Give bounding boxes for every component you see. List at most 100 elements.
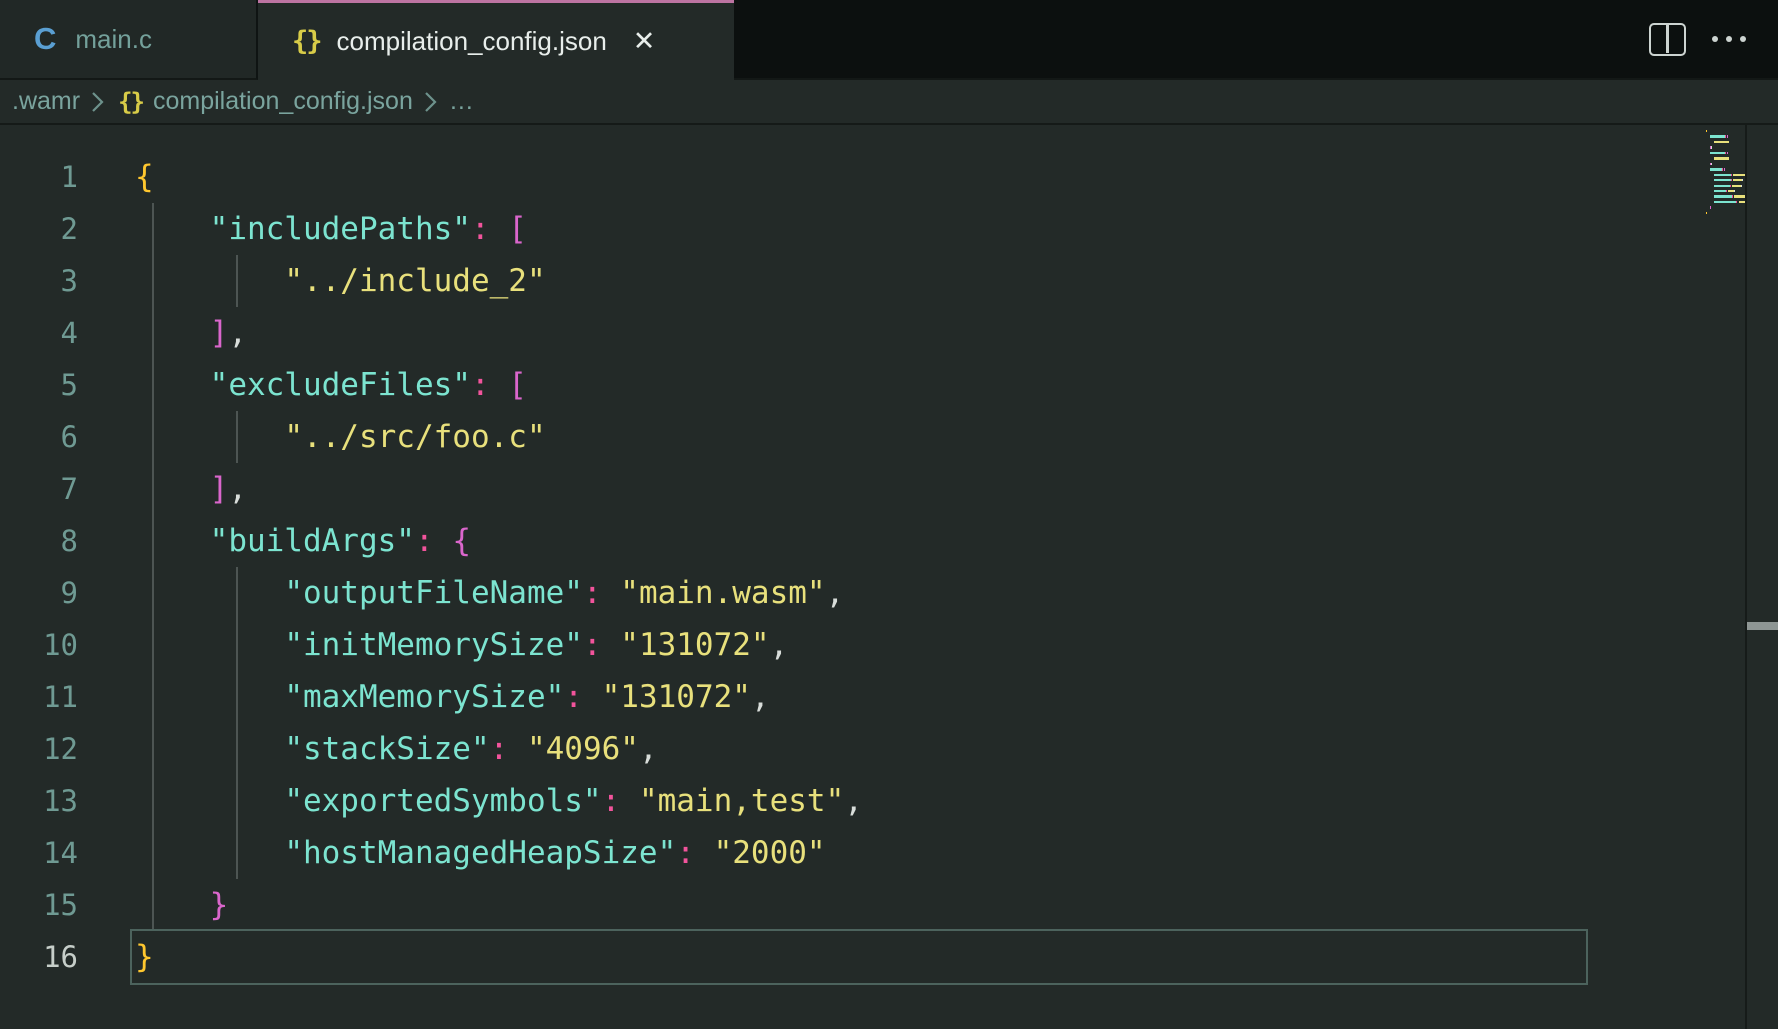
tab-main-c[interactable]: C main.c xyxy=(0,0,258,80)
code-line[interactable]: 15 } xyxy=(0,879,1778,931)
code-line[interactable]: 4 ], xyxy=(0,307,1778,359)
chevron-right-icon xyxy=(90,89,106,115)
breadcrumb-item-wamr[interactable]: .wamr xyxy=(12,87,80,116)
more-actions-icon[interactable] xyxy=(1710,30,1748,48)
minimap[interactable] xyxy=(1700,125,1745,1029)
code-token xyxy=(135,263,284,299)
minimap-token xyxy=(1714,179,1731,181)
line-number: 8 xyxy=(0,515,78,567)
chevron-right-icon xyxy=(423,89,439,115)
code-token: "hostManagedHeapSize" xyxy=(284,835,676,871)
code-token xyxy=(620,783,639,819)
code-token: : xyxy=(564,679,583,715)
code-line[interactable]: 8 "buildArgs": { xyxy=(0,515,1778,567)
code-token: : xyxy=(676,835,695,871)
code-line[interactable]: 5 "excludeFiles": [ xyxy=(0,359,1778,411)
code-token: , xyxy=(639,731,658,767)
minimap-token xyxy=(1725,135,1726,137)
code-token: "main,test" xyxy=(639,783,844,819)
code-token: "131072" xyxy=(620,627,769,663)
code-token: [ xyxy=(508,211,527,247)
line-number: 7 xyxy=(0,463,78,515)
code-line[interactable]: 16} xyxy=(0,931,1778,983)
code-line[interactable]: 2 "includePaths": [ xyxy=(0,203,1778,255)
code-token xyxy=(135,887,210,923)
minimap-token xyxy=(1731,179,1732,181)
code-line[interactable]: 10 "initMemorySize": "131072", xyxy=(0,619,1778,671)
code-line[interactable]: 12 "stackSize": "4096", xyxy=(0,723,1778,775)
code-line[interactable]: 13 "exportedSymbols": "main,test", xyxy=(0,775,1778,827)
tab-compilation-config-json[interactable]: {} compilation_config.json ✕ xyxy=(258,0,734,80)
code-token xyxy=(135,367,210,403)
code-token: } xyxy=(210,887,229,923)
code-token xyxy=(135,471,210,507)
code-token: : xyxy=(583,575,602,611)
code-token: [ xyxy=(508,367,527,403)
minimap-token xyxy=(1725,152,1726,154)
minimap-token xyxy=(1727,152,1728,154)
split-editor-icon[interactable] xyxy=(1649,23,1686,56)
line-number: 6 xyxy=(0,411,78,463)
code-token xyxy=(135,627,284,663)
code-token: : xyxy=(490,731,509,767)
code-line[interactable]: 7 ], xyxy=(0,463,1778,515)
code-token xyxy=(135,315,210,351)
minimap-token xyxy=(1722,168,1723,170)
code-token: "2000" xyxy=(714,835,826,871)
code-token: ] xyxy=(210,315,229,351)
code-token: "exportedSymbols" xyxy=(284,783,601,819)
code-token xyxy=(508,731,527,767)
code-token: "131072" xyxy=(602,679,751,715)
line-number: 3 xyxy=(0,255,78,307)
vscode-editor-window: C main.c {} compilation_config.json ✕ .w… xyxy=(0,0,1778,1029)
line-number: 4 xyxy=(0,307,78,359)
overview-ruler-scrollbar[interactable] xyxy=(1747,125,1778,1029)
code-token: , xyxy=(844,783,863,819)
close-tab-icon[interactable]: ✕ xyxy=(633,26,656,57)
breadcrumb: .wamr {} compilation_config.json … xyxy=(0,80,1778,125)
minimap-token xyxy=(1724,168,1725,170)
code-token: : xyxy=(602,783,621,819)
minimap-token xyxy=(1741,185,1742,187)
code-token: : xyxy=(471,211,490,247)
tab-bar-empty-space xyxy=(734,0,1778,80)
minimap-token xyxy=(1726,190,1727,192)
code-token: , xyxy=(751,679,770,715)
line-number: 11 xyxy=(0,671,78,723)
minimap-token xyxy=(1714,157,1729,159)
code-token xyxy=(602,627,621,663)
code-token: , xyxy=(770,627,789,663)
code-line[interactable]: 11 "maxMemorySize": "131072", xyxy=(0,671,1778,723)
line-number: 15 xyxy=(0,879,78,931)
code-token: "excludeFiles" xyxy=(210,367,471,403)
code-token xyxy=(490,367,509,403)
minimap-token xyxy=(1736,201,1737,203)
code-line[interactable]: 14 "hostManagedHeapSize": "2000" xyxy=(0,827,1778,879)
code-line[interactable]: 9 "outputFileName": "main.wasm", xyxy=(0,567,1778,619)
code-token: : xyxy=(415,523,434,559)
breadcrumb-item-file[interactable]: compilation_config.json xyxy=(153,87,413,116)
code-token: , xyxy=(228,315,247,351)
code-line[interactable]: 3 "../include_2" xyxy=(0,255,1778,307)
minimap-token xyxy=(1734,195,1745,197)
minimap-token xyxy=(1714,190,1726,192)
line-number: 2 xyxy=(0,203,78,255)
code-token xyxy=(135,731,284,767)
minimap-token xyxy=(1714,201,1736,203)
line-number: 10 xyxy=(0,619,78,671)
code-token: "buildArgs" xyxy=(210,523,415,559)
minimap-token xyxy=(1711,146,1712,148)
code-token xyxy=(135,783,284,819)
code-token: { xyxy=(135,159,154,195)
code-token: , xyxy=(826,575,845,611)
code-token: "includePaths" xyxy=(210,211,471,247)
code-token: "initMemorySize" xyxy=(284,627,583,663)
breadcrumb-item-symbol-more[interactable]: … xyxy=(449,87,474,116)
code-editor-area[interactable]: 1{2 "includePaths": [3 "../include_2"4 ]… xyxy=(0,125,1778,1029)
json-braces-icon: {} xyxy=(118,88,143,116)
code-token: "outputFileName" xyxy=(284,575,583,611)
line-number: 16 xyxy=(0,931,78,983)
cursor-position-marker xyxy=(1747,622,1778,630)
code-line[interactable]: 6 "../src/foo.c" xyxy=(0,411,1778,463)
code-line[interactable]: 1{ xyxy=(0,151,1778,203)
